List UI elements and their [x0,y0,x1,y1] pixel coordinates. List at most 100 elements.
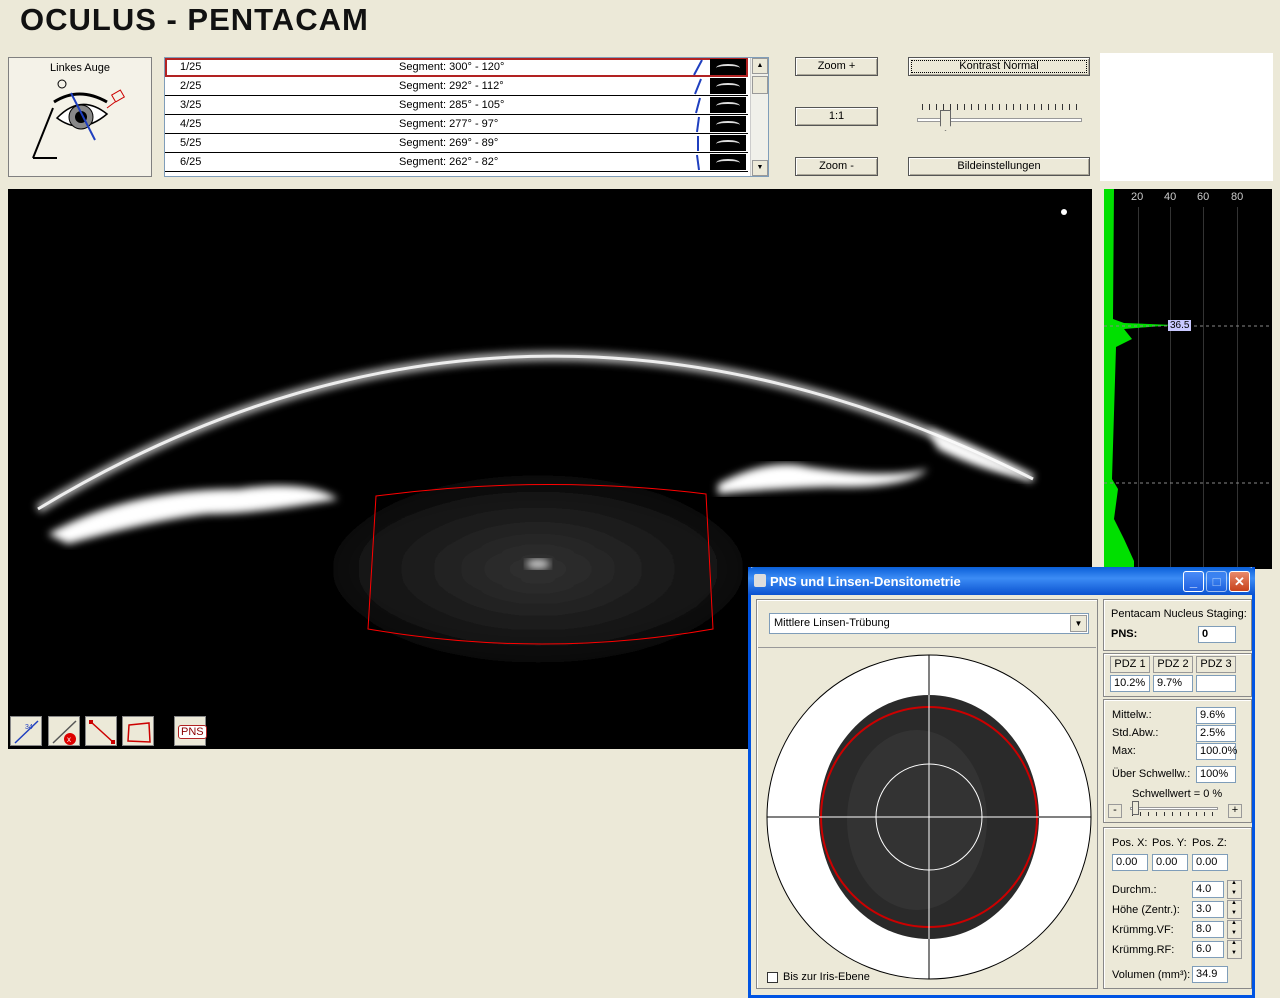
above-threshold-value: 100% [1196,766,1236,783]
max-value: 100.0% [1196,743,1237,760]
image-settings-button[interactable]: Bildeinstellungen [908,157,1090,176]
iris-plane-label: Bis zur Iris-Ebene [783,971,870,983]
chevron-down-icon[interactable]: ▼ [1070,615,1087,632]
eye-diagram-icon [32,79,126,159]
brightness-slider-thumb[interactable] [940,110,951,131]
curvature-back-label: Krümmg.RF: [1112,944,1175,956]
mean-value: 9.6% [1196,707,1236,724]
segment-list-scrollbar[interactable]: ▲ ▼ [750,58,768,176]
curvature-front-spinner[interactable] [1227,920,1242,939]
pns-value: 0 [1198,626,1236,643]
curvature-back-spinner[interactable] [1227,940,1242,959]
roi-parameters-panel: Pos. X: Pos. Y: Pos. Z: 0.00 0.00 0.00 D… [1103,827,1252,989]
segment-number: 4/25 [180,118,202,130]
pns-button-label: PNS [178,725,207,739]
curvature-back-field[interactable]: 6.0 [1192,941,1224,958]
delete-measure-icon[interactable]: x [48,716,80,746]
draw-polygon-icon[interactable] [122,716,154,746]
zoom-in-button[interactable]: Zoom + [795,57,878,76]
segment-row-3[interactable]: 3/25 Segment: 285° - 105° [165,96,748,115]
svg-text:34: 34 [25,724,33,731]
height-field[interactable]: 3.0 [1192,901,1224,918]
scroll-thumb[interactable] [752,76,768,94]
svg-text:x: x [67,735,71,744]
meridian-icon [696,154,700,171]
histogram-marker-value: 36.5 [1168,320,1192,331]
mode-select[interactable]: Mittlere Linsen-Trübung ▼ [769,613,1089,634]
threshold-increase-button[interactable]: + [1228,804,1242,818]
actual-size-button[interactable]: 1:1 [795,107,878,126]
segment-thumbnail [710,78,746,94]
segment-list[interactable]: 1/25 Segment: 300° - 120° 2/25 Segment: … [164,57,769,177]
segment-angle: Segment: 262° - 82° [399,156,499,168]
pns-densitometry-dialog[interactable]: PNS und Linsen-Densitometrie _ □ ✕ Mittl… [748,567,1255,998]
dialog-titlebar[interactable]: PNS und Linsen-Densitometrie _ □ ✕ [748,567,1255,595]
pdz-2-tab[interactable]: PDZ 2 [1153,656,1193,673]
segment-number: 3/25 [180,99,202,111]
meridian-icon [696,116,700,133]
meridian-icon [695,97,701,114]
draw-line-icon[interactable] [85,716,117,746]
segment-number: 6/25 [180,156,202,168]
segment-angle: Segment: 285° - 105° [399,99,505,111]
above-threshold-label: Über Schwellw.: [1112,768,1191,780]
segment-number: 2/25 [180,80,202,92]
pns-button[interactable]: PNS [174,716,207,746]
pdz-3-tab[interactable]: PDZ 3 [1196,656,1236,673]
staging-panel: Pentacam Nucleus Staging: PNS: 0 [1103,599,1252,651]
segment-thumbnail [710,116,746,132]
statistics-panel: Mittelw.: 9.6% Std.Abw.: 2.5% Max: 100.0… [1103,699,1252,823]
maximize-button[interactable]: □ [1206,571,1227,592]
pos-x-label: Pos. X: [1112,837,1148,849]
pdz-1-tab[interactable]: PDZ 1 [1110,656,1150,673]
scroll-up-icon[interactable]: ▲ [752,58,768,74]
pos-x-field[interactable]: 0.00 [1112,854,1148,871]
scroll-down-icon[interactable]: ▼ [752,160,768,176]
measure-distance-icon[interactable]: 34 [10,716,42,746]
threshold-slider-ticks [1132,812,1217,816]
segment-angle: Segment: 269° - 89° [399,137,499,149]
close-button[interactable]: ✕ [1229,571,1250,592]
height-spinner[interactable] [1227,900,1242,919]
diameter-label: Durchm.: [1112,884,1157,896]
pos-y-field[interactable]: 0.00 [1152,854,1188,871]
diameter-field[interactable]: 4.0 [1192,881,1224,898]
threshold-slider[interactable] [1130,807,1218,810]
segment-angle: Segment: 292° - 112° [399,80,504,92]
iris-plane-checkbox[interactable] [767,972,778,983]
volume-label: Volumen (mm³): [1112,969,1191,981]
zoom-out-button[interactable]: Zoom - [795,157,878,176]
threshold-decrease-button[interactable]: - [1108,804,1122,818]
density-histogram: 20 40 60 80 36.5 [1104,189,1272,569]
histogram-curve [1104,189,1272,569]
segment-row-4[interactable]: 4/25 Segment: 277° - 97° [165,115,748,134]
dialog-title: PNS und Linsen-Densitometrie [770,574,961,589]
segment-number: 5/25 [180,137,202,149]
contrast-button[interactable]: Kontrast Normal [908,57,1090,76]
segment-row-6[interactable]: 6/25 Segment: 262° - 82° [165,153,748,172]
segment-row-1[interactable]: 1/25 Segment: 300° - 120° [165,58,748,77]
lens-density-map[interactable] [757,650,1097,990]
app-icon [754,574,766,587]
stddev-value: 2.5% [1196,725,1236,742]
pos-z-label: Pos. Z: [1192,837,1227,849]
meridian-icon [693,59,703,76]
pos-z-field[interactable]: 0.00 [1192,854,1228,871]
densitometry-map-panel: Mittlere Linsen-Trübung ▼ Bis zur Iris-E… [756,599,1098,989]
pos-y-label: Pos. Y: [1152,837,1187,849]
curvature-front-label: Krümmg.VF: [1112,924,1174,936]
pns-label: PNS: [1111,628,1138,640]
segment-row-5[interactable]: 5/25 Segment: 269° - 89° [165,134,748,153]
staging-title: Pentacam Nucleus Staging: [1111,608,1247,620]
segment-thumbnail [710,97,746,113]
segment-angle: Segment: 300° - 120° [399,61,505,73]
brightness-slider-ticks [922,104,1077,110]
eye-orientation-panel: Linkes Auge [8,57,152,177]
threshold-slider-thumb[interactable] [1132,801,1139,815]
segment-row-2[interactable]: 2/25 Segment: 292° - 112° [165,77,748,96]
curvature-front-field[interactable]: 8.0 [1192,921,1224,938]
stddev-label: Std.Abw.: [1112,727,1159,739]
minimize-button[interactable]: _ [1183,571,1204,592]
diameter-spinner[interactable] [1227,880,1242,899]
pdz-1-value: 10.2% [1110,675,1150,692]
